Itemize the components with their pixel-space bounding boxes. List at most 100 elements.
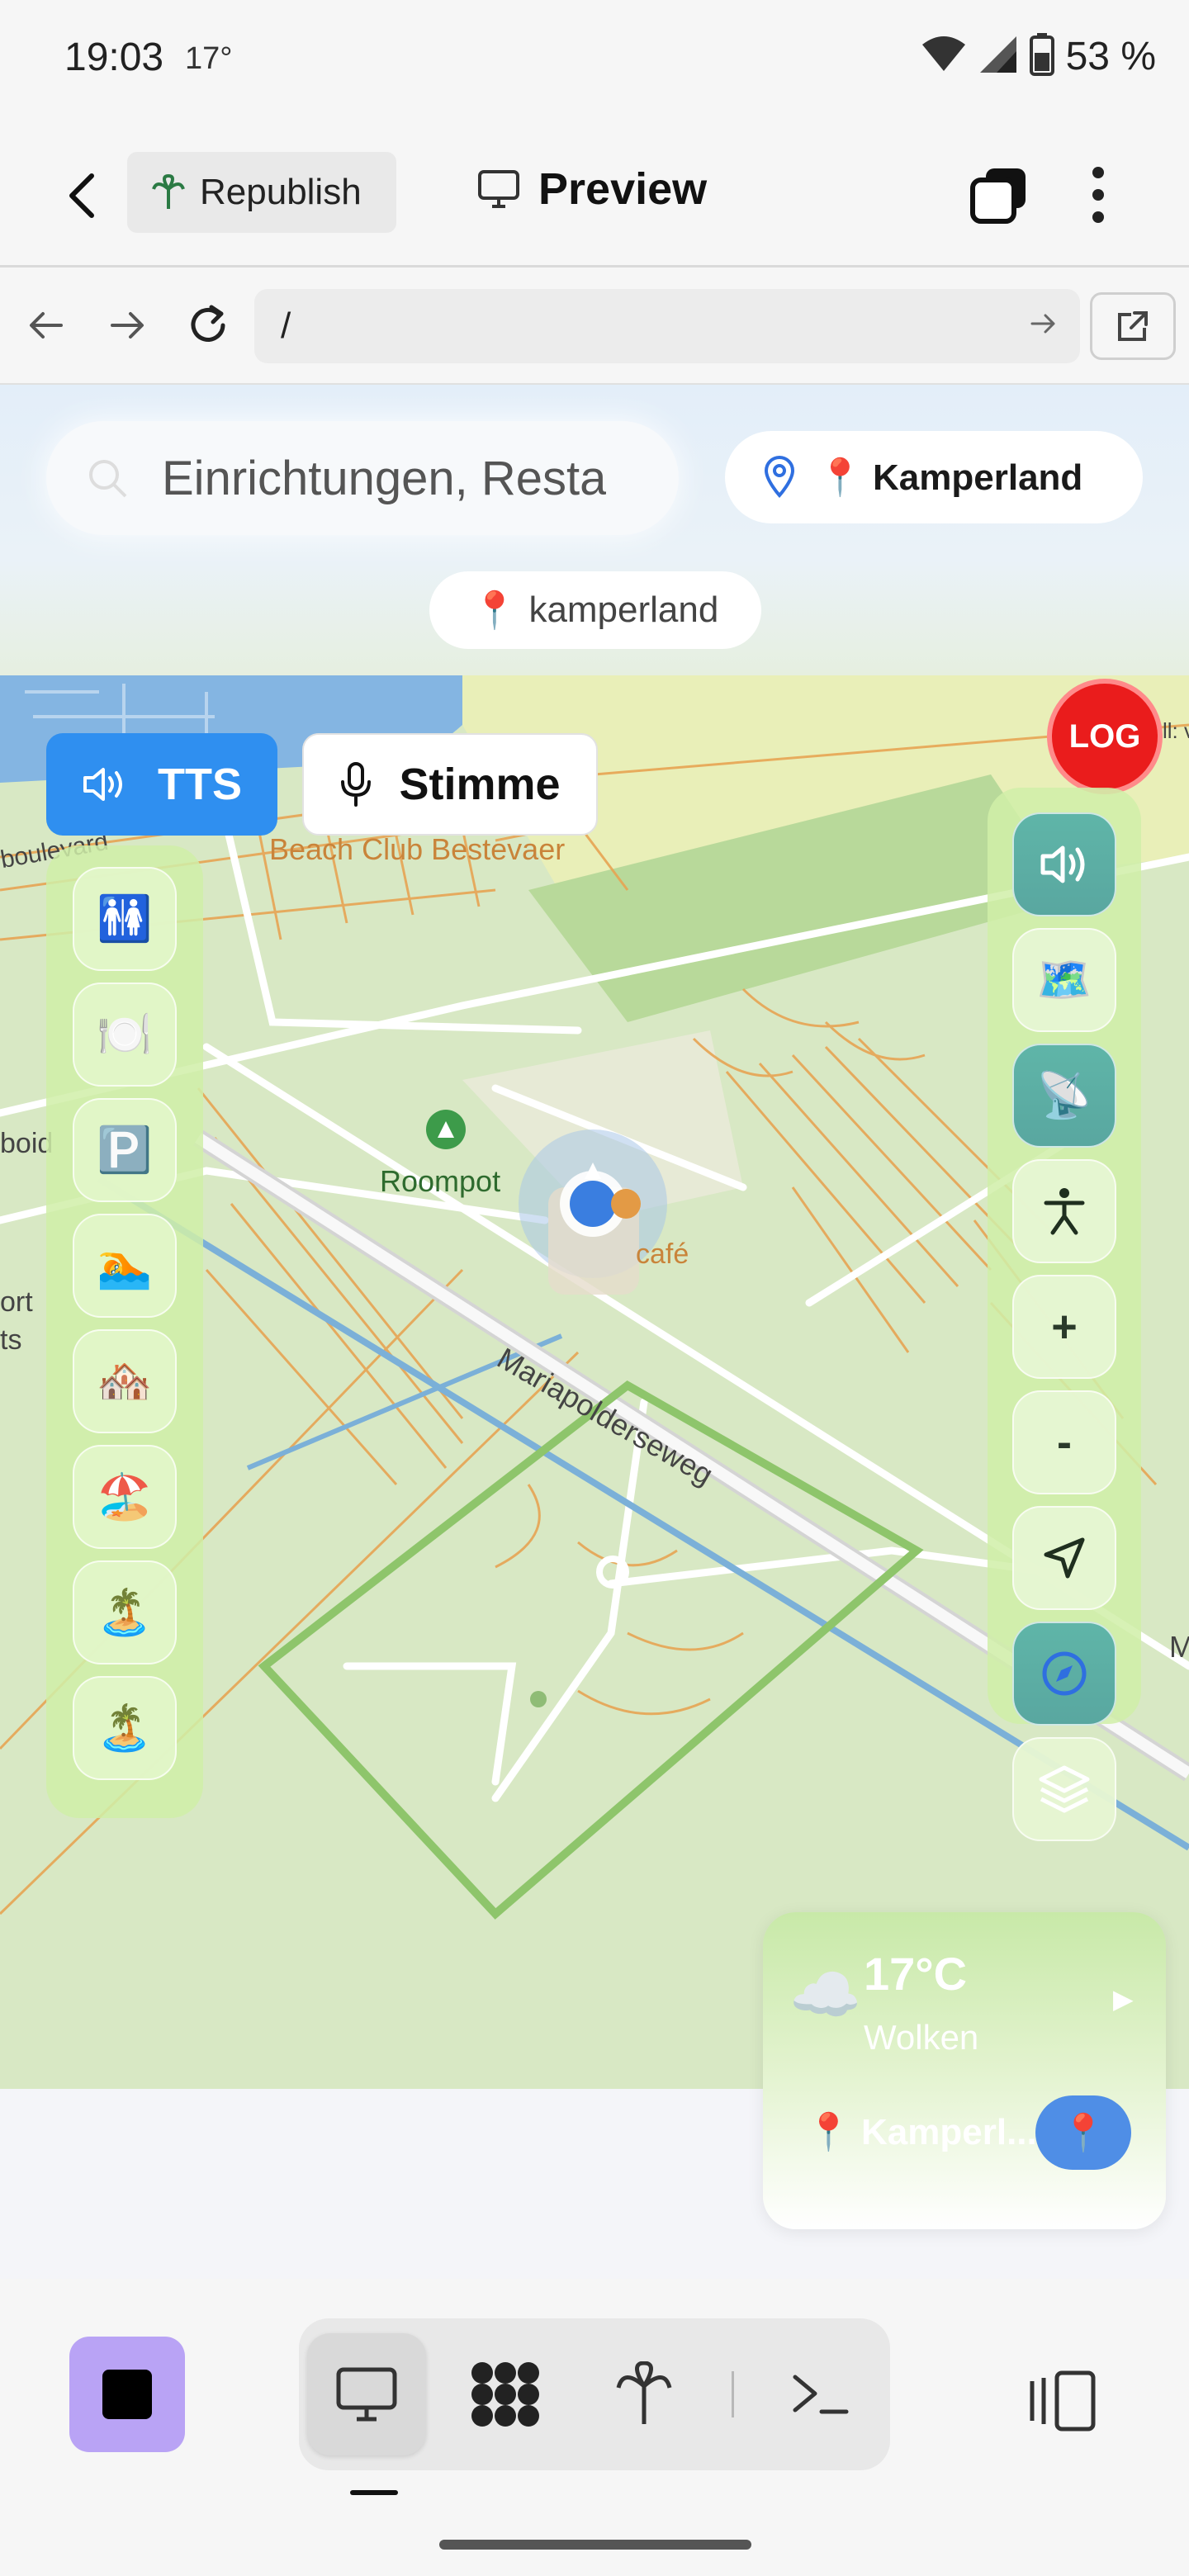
- toilet-category-button[interactable]: 🚻: [73, 867, 177, 971]
- page-header: Einrichtungen, Resta 📍 Kamperland 📍 kamp…: [0, 385, 1189, 675]
- open-external-button[interactable]: [1090, 292, 1176, 360]
- active-tab-indicator: [350, 2490, 398, 2495]
- browser-forward-button[interactable]: [102, 301, 152, 350]
- swimming-category-button[interactable]: 🏊: [73, 1214, 177, 1318]
- layers-icon: [1039, 1765, 1090, 1813]
- browser-reload-button[interactable]: [183, 301, 233, 350]
- log-button[interactable]: LOG: [1047, 679, 1163, 794]
- back-button[interactable]: [53, 167, 111, 225]
- speaker-icon: [83, 768, 122, 801]
- apps-view-button[interactable]: [446, 2333, 565, 2455]
- location-label: 📍 Kamperland: [817, 457, 1083, 498]
- dot-icon: [1092, 167, 1104, 178]
- map-pin-outline-icon: [764, 456, 795, 499]
- parking-category-button[interactable]: 🅿️: [73, 1098, 177, 1202]
- battery-percent: 53 %: [1065, 35, 1156, 78]
- search-input[interactable]: Einrichtungen, Resta: [46, 421, 679, 535]
- stop-button[interactable]: [69, 2337, 185, 2452]
- grid-blob-icon: [471, 2362, 539, 2427]
- republish-label: Republish: [200, 172, 362, 212]
- plus-icon: +: [1051, 1302, 1078, 1352]
- external-link-icon: [1118, 311, 1148, 341]
- search-icon: [89, 460, 127, 498]
- satellite-dish-icon: 📡: [1036, 1070, 1092, 1120]
- map-controls-panel: 🗺️ 📡 + -: [988, 788, 1141, 1841]
- go-arrow-icon[interactable]: [1027, 307, 1060, 349]
- zoom-out-button[interactable]: -: [1012, 1390, 1116, 1494]
- island-category-button[interactable]: 🏝️: [73, 1676, 177, 1780]
- island-category-button[interactable]: 🏝️: [73, 1560, 177, 1664]
- tabs-button[interactable]: [969, 165, 1029, 225]
- zoom-in-button[interactable]: +: [1012, 1275, 1116, 1379]
- dot-icon: [1092, 211, 1104, 223]
- deploy-view-button[interactable]: [585, 2333, 703, 2455]
- satellite-button[interactable]: 📡: [1012, 1044, 1116, 1148]
- island-icon: 🏝️: [97, 1587, 153, 1637]
- battery-icon: [1029, 33, 1054, 80]
- dot-icon: [1092, 189, 1104, 201]
- bottom-app-bar: [0, 2279, 1189, 2576]
- map-label-edge: ts: [0, 1324, 22, 1356]
- tts-button[interactable]: TTS: [46, 733, 277, 836]
- pin-icon: 📍: [1060, 2113, 1106, 2153]
- map-label-beach-club: Beach Club Bestevaer: [269, 832, 566, 866]
- url-input[interactable]: /: [254, 289, 1080, 363]
- side-panel-button[interactable]: [1022, 2361, 1101, 2441]
- weather-temperature: 17°C: [864, 1948, 968, 2000]
- search-placeholder: Einrichtungen, Resta: [162, 451, 607, 505]
- map-label-roompot: Roompot: [380, 1164, 501, 1198]
- location-chip[interactable]: 📍 kamperland: [429, 571, 761, 649]
- divider: [732, 2371, 734, 2417]
- play-icon[interactable]: ▶: [1113, 1983, 1134, 2015]
- stop-icon: [102, 2370, 152, 2419]
- tts-label: TTS: [158, 760, 242, 809]
- pin-icon: 📍: [471, 590, 518, 631]
- palm-tree-icon: [152, 174, 185, 209]
- monitor-icon: [478, 170, 519, 208]
- weather-location: 📍 Kamperl...: [806, 2112, 1037, 2152]
- side-panel-icon: [1030, 2370, 1096, 2432]
- accessibility-button[interactable]: [1012, 1159, 1116, 1263]
- cloud-icon: ☁️: [789, 1963, 862, 2027]
- console-view-button[interactable]: [761, 2333, 880, 2455]
- location-button[interactable]: 📍 Kamperland: [725, 431, 1143, 523]
- locate-me-button[interactable]: [1012, 1506, 1116, 1610]
- microphone-icon: [341, 762, 372, 807]
- map-label-edge: ll: v: [1163, 718, 1189, 743]
- map-view[interactable]: Beach Club Bestevaer Roompot Mariapolder…: [0, 675, 1189, 2089]
- compass-button[interactable]: [1012, 1622, 1116, 1726]
- map-style-button[interactable]: 🗺️: [1012, 928, 1116, 1032]
- weather-condition: Wolken: [864, 2018, 979, 2057]
- wifi-icon: [921, 35, 967, 78]
- republish-button[interactable]: Republish: [127, 152, 396, 233]
- speaker-icon: [1040, 845, 1085, 883]
- browser-back-button[interactable]: [21, 301, 71, 350]
- desktop-view-button[interactable]: [307, 2333, 426, 2455]
- chevron-left-icon: [69, 173, 94, 218]
- status-icons: 53 %: [921, 33, 1156, 80]
- audio-toggle-button[interactable]: [1012, 812, 1116, 916]
- weather-location-button[interactable]: 📍: [1035, 2095, 1131, 2170]
- map-label-edge: M: [1169, 1630, 1189, 1664]
- more-menu-button[interactable]: [1082, 162, 1115, 228]
- map-label-edge: ort: [0, 1286, 33, 1318]
- island-icon: 🏝️: [97, 1702, 153, 1753]
- minus-icon: -: [1057, 1418, 1072, 1467]
- tabs-icon: [970, 168, 1026, 224]
- arrow-left-icon: [30, 312, 63, 339]
- home-indicator: [439, 2540, 751, 2550]
- weather-card[interactable]: ☁️ 17°C Wolken ▶ 📍 Kamperl... 📍: [763, 1912, 1166, 2229]
- navigation-arrow-icon: [1044, 1537, 1085, 1579]
- houses-category-button[interactable]: 🏘️: [73, 1329, 177, 1433]
- restaurant-category-button[interactable]: 🍽️: [73, 983, 177, 1087]
- signal-icon: [978, 35, 1018, 78]
- toilet-icon: 🚻: [97, 893, 153, 944]
- plate-icon: 🍽️: [97, 1009, 153, 1059]
- browser-url-bar: /: [0, 268, 1189, 385]
- beach-category-button[interactable]: 🏖️: [73, 1445, 177, 1549]
- category-panel: 🚻 🍽️ 🅿️ 🏊 🏘️ 🏖️ 🏝️ 🏝️: [46, 845, 203, 1818]
- accessibility-icon: [1044, 1188, 1085, 1235]
- status-bar: 19:03 17° 53 %: [0, 0, 1189, 124]
- voice-button[interactable]: Stimme: [302, 733, 598, 836]
- layers-button[interactable]: [1012, 1737, 1116, 1841]
